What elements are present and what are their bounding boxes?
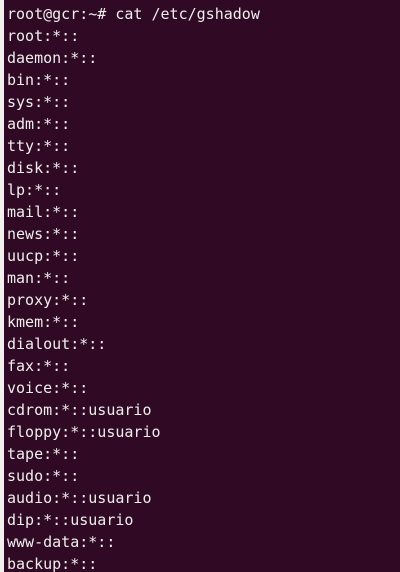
output-line: disk:*::	[7, 159, 80, 177]
terminal-window[interactable]: root@gcr:~# cat /etc/gshadowroot:*:: daem…	[4, 0, 400, 572]
output-line: lp:*::	[7, 181, 62, 199]
output-line: mail:*::	[7, 203, 80, 221]
terminal-output[interactable]: root@gcr:~# cat /etc/gshadowroot:*:: daem…	[4, 0, 400, 572]
output-line: tape:*::	[7, 445, 80, 463]
output-line: dialout:*::	[7, 335, 107, 353]
output-line: voice:*::	[7, 379, 89, 397]
output-line: bin:*::	[7, 71, 71, 89]
output-line: backup:*::	[7, 555, 98, 572]
output-line: uucp:*::	[7, 247, 80, 265]
output-line: news:*::	[7, 225, 80, 243]
output-line: root:*::	[7, 27, 80, 45]
output-line: kmem:*::	[7, 313, 80, 331]
output-line: audio:*::usuario	[7, 489, 152, 507]
output-line: dip:*::usuario	[7, 511, 134, 529]
screenshot: root@gcr:~# cat /etc/gshadowroot:*:: daem…	[0, 0, 400, 572]
output-line: fax:*::	[7, 357, 71, 375]
output-line: man:*::	[7, 269, 71, 287]
output-line: cdrom:*::usuario	[7, 401, 152, 419]
output-line: proxy:*::	[7, 291, 89, 309]
output-line: adm:*::	[7, 115, 71, 133]
command-prompt-line: root@gcr:~# cat /etc/gshadow	[7, 5, 260, 23]
output-line: sudo:*::	[7, 467, 80, 485]
output-line: tty:*::	[7, 137, 71, 155]
output-line: daemon:*::	[7, 49, 98, 67]
output-line: sys:*::	[7, 93, 71, 111]
output-line: www-data:*::	[7, 533, 116, 551]
output-line: floppy:*::usuario	[7, 423, 161, 441]
